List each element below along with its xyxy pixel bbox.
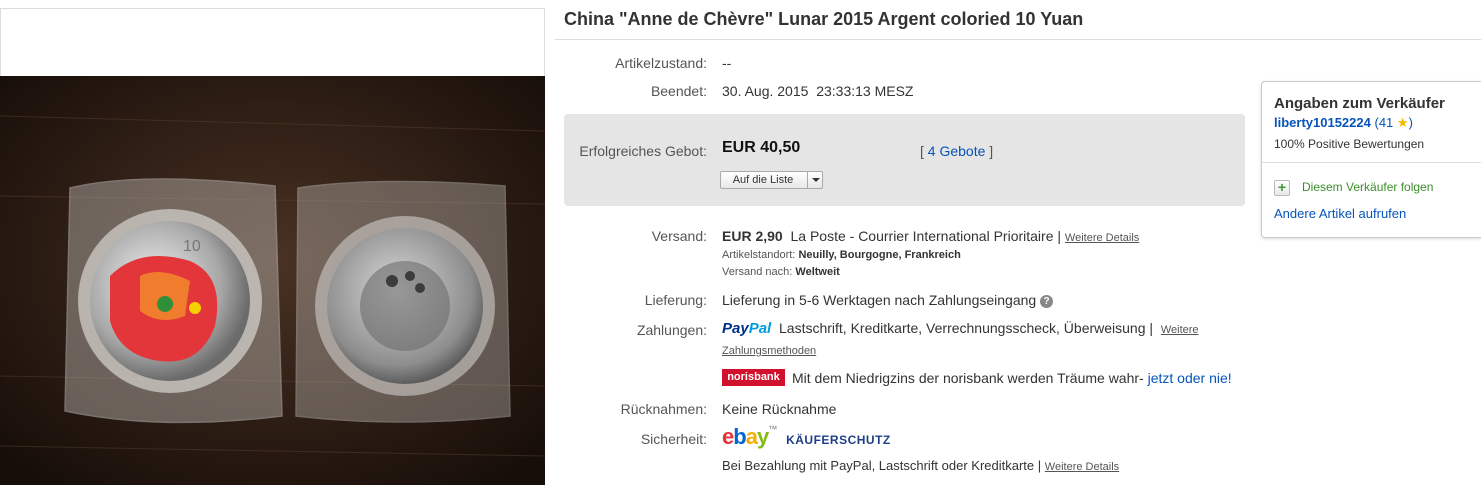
seller-divider <box>1262 162 1481 163</box>
more-payments-link-b[interactable]: Zahlungsmethoden <box>722 345 816 357</box>
seller-heading: Angaben zum Verkäufer <box>1274 95 1445 112</box>
shipping-label: Versand: <box>651 228 707 244</box>
seller-feedback-count[interactable]: (41 <box>1374 115 1393 130</box>
more-payments-link-wrap: Zahlungsmethoden <box>722 341 816 359</box>
shipping-line: EUR 2,90 La Poste - Courrier Internation… <box>722 228 1139 244</box>
ended-value: 30. Aug. 2015 23:33:13 MESZ <box>722 83 913 99</box>
delivery-line: Lieferung in 5-6 Werktagen nach Zahlungs… <box>722 292 1054 308</box>
ended-date: 30. Aug. 2015 <box>722 83 809 99</box>
ships-to-value: Weltweit <box>795 266 840 278</box>
more-payments-link-a[interactable]: Weitere <box>1161 324 1199 336</box>
condition-value: -- <box>722 55 732 71</box>
item-location-label: Artikelstandort: <box>722 249 796 261</box>
payments-line: PayPal Lastschrift, Kreditkarte, Verrech… <box>722 320 1199 337</box>
paypal-logo: PayPal <box>722 320 772 337</box>
seller-info-box: Angaben zum Verkäufer liberty10152224 (4… <box>1261 81 1481 238</box>
star-icon: ★ <box>1396 115 1409 130</box>
seller-other-items-link[interactable]: Andere Artikel aufrufen <box>1274 206 1406 221</box>
payment-methods: Lastschrift, Kreditkarte, Verrechnungssc… <box>779 320 1154 336</box>
follow-seller-link[interactable]: Diesem Verkäufer folgen <box>1302 180 1433 194</box>
delivery-label: Lieferung: <box>644 292 707 308</box>
norisbank-text: Mit dem Niedrigzins der norisbank werden… <box>792 370 1144 386</box>
title-divider <box>555 39 1481 40</box>
winning-bid-box <box>564 114 1245 206</box>
plus-icon[interactable]: + <box>1274 180 1290 196</box>
item-location: Artikelstandort: Neuilly, Bourgogne, Fra… <box>722 249 961 261</box>
security-note-text: Bei Bezahlung mit PayPal, Lastschrift od… <box>722 458 1042 473</box>
payments-label: Zahlungen: <box>636 322 707 338</box>
shipping-details-link[interactable]: Weitere Details <box>1065 232 1139 244</box>
security-details-link[interactable]: Weitere Details <box>1045 461 1119 473</box>
item-photo[interactable]: 10 <box>0 76 545 485</box>
bid-label: Erfolgreiches Gebot: <box>579 143 707 159</box>
security-label: Sicherheit: <box>640 431 707 447</box>
seller-positive-feedback: 100% Positive Bewertungen <box>1274 137 1425 151</box>
watchlist-button-label: Auf die Liste <box>732 174 794 186</box>
ships-to-label: Versand nach: <box>722 266 793 278</box>
seller-name-link[interactable]: liberty10152224 <box>1274 115 1371 130</box>
chevron-down-icon[interactable] <box>812 178 820 182</box>
ended-label: Beendet: <box>650 83 707 99</box>
condition-label: Artikelzustand: <box>615 55 707 71</box>
norisbank-ad: Mit dem Niedrigzins der norisbank werden… <box>792 370 1232 386</box>
delivery-value: Lieferung in 5-6 Werktagen nach Zahlungs… <box>722 292 1037 308</box>
bid-amount: EUR 40,50 <box>722 139 801 156</box>
norisbank-logo[interactable]: norisbank <box>722 369 785 386</box>
norisbank-link[interactable]: jetzt oder nie! <box>1148 370 1232 386</box>
seller-feedback-close: ) <box>1408 115 1413 130</box>
buyer-protection-logo[interactable]: ebay™ KÄUFERSCHUTZ <box>722 424 891 450</box>
shipping-service: La Poste - Courrier International Priori… <box>790 228 1062 244</box>
buyer-protection-program: KÄUFERSCHUTZ <box>786 433 891 447</box>
item-title: China "Anne de Chèvre" Lunar 2015 Argent… <box>564 9 1084 29</box>
returns-label: Rücknahmen: <box>620 401 707 417</box>
bid-history-link[interactable]: 4 Gebote <box>928 143 986 159</box>
shipping-price: EUR 2,90 <box>722 228 783 244</box>
seller-identity: liberty10152224 (41 ★) <box>1274 115 1413 131</box>
ended-time: 23:33:13 MESZ <box>816 83 914 99</box>
help-icon[interactable]: ? <box>1040 294 1054 308</box>
svg-text:10: 10 <box>183 238 201 255</box>
coin-photo-graphic: 10 <box>0 76 545 485</box>
security-note: Bei Bezahlung mit PayPal, Lastschrift od… <box>722 458 1119 473</box>
watchlist-button[interactable]: Auf die Liste <box>720 171 823 189</box>
returns-value: Keine Rücknahme <box>722 401 837 417</box>
item-location-value: Neuilly, Bourgogne, Frankreich <box>798 249 961 261</box>
bid-count: [ 4 Gebote ] <box>920 143 994 159</box>
trademark-mark: ™ <box>768 424 778 434</box>
ships-to: Versand nach: Weltweit <box>722 266 840 278</box>
ebay-logo: ebay <box>722 424 769 449</box>
watchlist-separator <box>807 172 808 188</box>
